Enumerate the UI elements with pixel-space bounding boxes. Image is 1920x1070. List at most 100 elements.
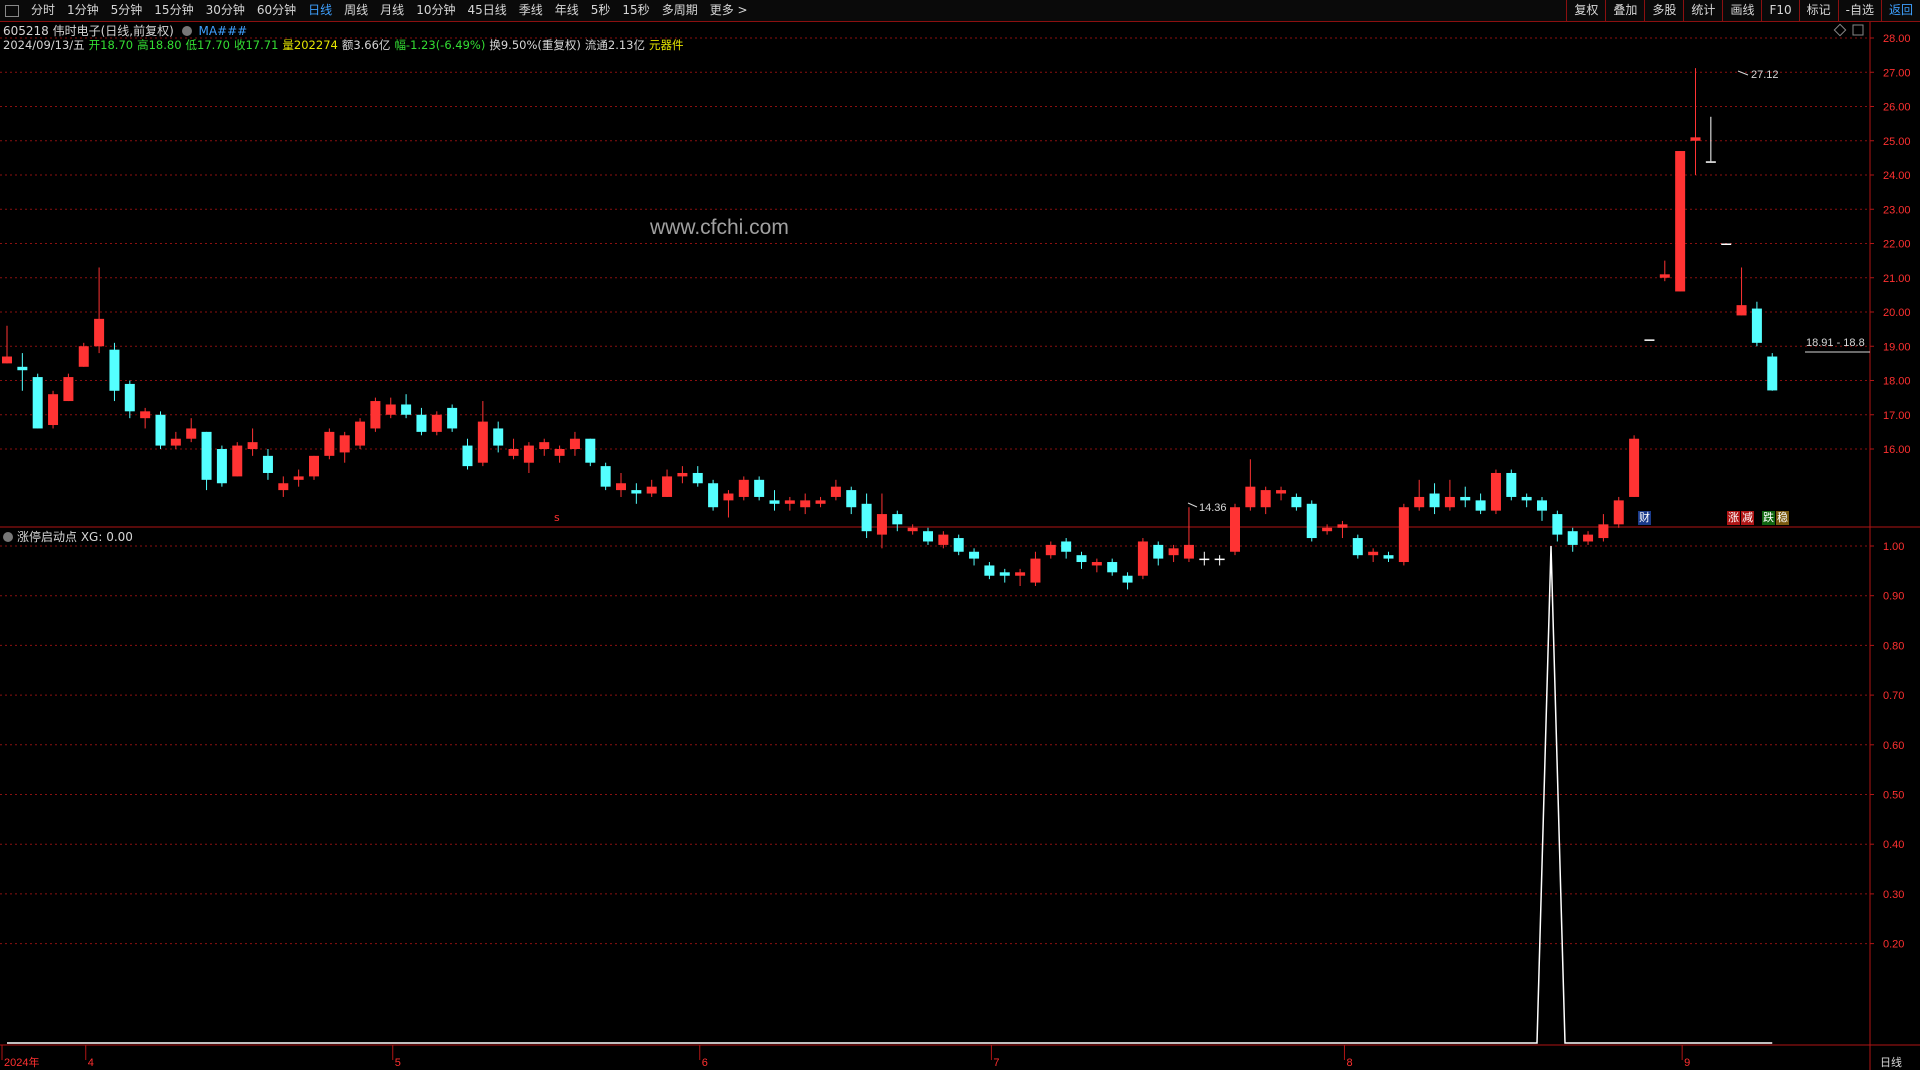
- candle-body[interactable]: [293, 476, 304, 480]
- candle-body[interactable]: [1122, 575, 1133, 583]
- candle-body[interactable]: [1030, 558, 1041, 583]
- candle-body[interactable]: [140, 411, 151, 419]
- candle-body[interactable]: [1583, 534, 1594, 542]
- candle-body[interactable]: [1598, 524, 1609, 539]
- candle-body[interactable]: [1521, 496, 1532, 501]
- toolbar-button-6[interactable]: 标记: [1798, 0, 1838, 21]
- candle-body[interactable]: [1291, 496, 1302, 508]
- candle-body[interactable]: [999, 572, 1010, 576]
- period-tab-10[interactable]: 45日线: [461, 0, 512, 21]
- quote-sector[interactable]: 元器件: [649, 38, 684, 52]
- candle-body[interactable]: [94, 318, 105, 347]
- candle-body[interactable]: [1751, 308, 1762, 343]
- candle-body[interactable]: [677, 472, 688, 477]
- candle-body[interactable]: [830, 486, 841, 497]
- bottom-period-label[interactable]: 日线: [1880, 1055, 1902, 1069]
- candle-body[interactable]: [309, 455, 319, 477]
- candle-body[interactable]: [1214, 558, 1225, 561]
- limit-up-badge[interactable]: 涨: [1727, 511, 1740, 525]
- candle-body[interactable]: [1183, 544, 1194, 559]
- candle-body[interactable]: [186, 428, 197, 439]
- candle-body[interactable]: [1567, 531, 1578, 545]
- candle-body[interactable]: [78, 346, 89, 367]
- candle-body[interactable]: [339, 435, 350, 453]
- candle-body[interactable]: [1537, 500, 1547, 511]
- candle-body[interactable]: [1736, 305, 1747, 316]
- candle-body[interactable]: [1045, 544, 1056, 556]
- candle-body[interactable]: [723, 493, 734, 501]
- candle-body[interactable]: [1061, 541, 1072, 552]
- candle-body[interactable]: [1644, 339, 1655, 341]
- candle-body[interactable]: [846, 490, 857, 508]
- candle-body[interactable]: [1444, 496, 1455, 508]
- candle-body[interactable]: [1552, 514, 1563, 535]
- candle-body[interactable]: [662, 476, 673, 497]
- settings-icon[interactable]: [181, 26, 192, 36]
- toolbar-button-5[interactable]: F10: [1761, 0, 1798, 21]
- candle-body[interactable]: [1629, 438, 1640, 497]
- maximize-icon[interactable]: [1852, 24, 1864, 36]
- candle-body[interactable]: [462, 445, 473, 467]
- candle-body[interactable]: [1337, 524, 1348, 528]
- period-tab-7[interactable]: 周线: [338, 0, 374, 21]
- candle-body[interactable]: [1306, 503, 1317, 539]
- candle-body[interactable]: [907, 527, 918, 532]
- candle-body[interactable]: [1721, 243, 1732, 246]
- toolbar-button-3[interactable]: 统计: [1683, 0, 1722, 21]
- candle-body[interactable]: [201, 431, 212, 480]
- candle-body[interactable]: [800, 500, 811, 508]
- candle-body[interactable]: [1091, 562, 1102, 566]
- candle-body[interactable]: [1475, 500, 1486, 511]
- candle-body[interactable]: [1153, 544, 1164, 559]
- candle-body[interactable]: [569, 438, 580, 449]
- window-toggle-icon[interactable]: [5, 4, 19, 17]
- candle-body[interactable]: [155, 414, 166, 446]
- candle-body[interactable]: [1398, 507, 1409, 563]
- candle-body[interactable]: [124, 383, 135, 412]
- candle-body[interactable]: [493, 428, 504, 446]
- candle-body[interactable]: [523, 445, 534, 463]
- candle-body[interactable]: [923, 531, 933, 542]
- candle-body[interactable]: [1168, 548, 1179, 556]
- candle-body[interactable]: [32, 377, 43, 429]
- candle-body[interactable]: [708, 483, 719, 508]
- indicator-settings-icon[interactable]: [3, 532, 13, 542]
- limit-down-badge[interactable]: 跌: [1762, 511, 1775, 525]
- candle-body[interactable]: [508, 449, 519, 456]
- candle-body[interactable]: [585, 438, 596, 463]
- diamond-icon[interactable]: [1833, 23, 1847, 37]
- candle-body[interactable]: [1490, 472, 1501, 511]
- period-tab-2[interactable]: 5分钟: [105, 0, 149, 21]
- candle-body[interactable]: [616, 483, 626, 491]
- reduce-badge[interactable]: 减: [1741, 511, 1754, 525]
- toolbar-button-7[interactable]: -自选: [1837, 0, 1881, 21]
- candle-body[interactable]: [1137, 541, 1148, 576]
- candle-body[interactable]: [1368, 551, 1379, 556]
- candle-body[interactable]: [1245, 486, 1256, 508]
- period-tab-3[interactable]: 15分钟: [148, 0, 199, 21]
- candle-body[interactable]: [17, 366, 28, 371]
- toolbar-button-1[interactable]: 叠加: [1605, 0, 1644, 21]
- candle-body[interactable]: [754, 479, 765, 497]
- ma-label[interactable]: MA###: [198, 24, 247, 38]
- candle-body[interactable]: [1690, 137, 1701, 141]
- candle-body[interactable]: [232, 445, 243, 477]
- period-tab-0[interactable]: 分时: [25, 0, 61, 21]
- chart-canvas[interactable]: 28.00 27.00 26.00 25.00 24.00 23.00 22.00 21.00…: [0, 0, 1920, 1070]
- candle-body[interactable]: [1276, 490, 1287, 494]
- candle-body[interactable]: [769, 500, 780, 504]
- period-tab-6[interactable]: 日线: [302, 0, 338, 21]
- candle-body[interactable]: [784, 500, 795, 504]
- candle-body[interactable]: [1767, 356, 1778, 391]
- candle-body[interactable]: [63, 377, 74, 402]
- stable-badge[interactable]: 稳: [1776, 511, 1789, 525]
- candle-body[interactable]: [1230, 507, 1240, 552]
- candle-body[interactable]: [431, 414, 442, 432]
- candle-body[interactable]: [1015, 572, 1026, 576]
- candle-body[interactable]: [355, 421, 366, 446]
- candle-body[interactable]: [370, 401, 381, 429]
- candle-body[interactable]: [1414, 496, 1425, 508]
- candle-body[interactable]: [247, 442, 258, 449]
- candle-body[interactable]: [892, 514, 903, 525]
- candle-body[interactable]: [324, 431, 335, 456]
